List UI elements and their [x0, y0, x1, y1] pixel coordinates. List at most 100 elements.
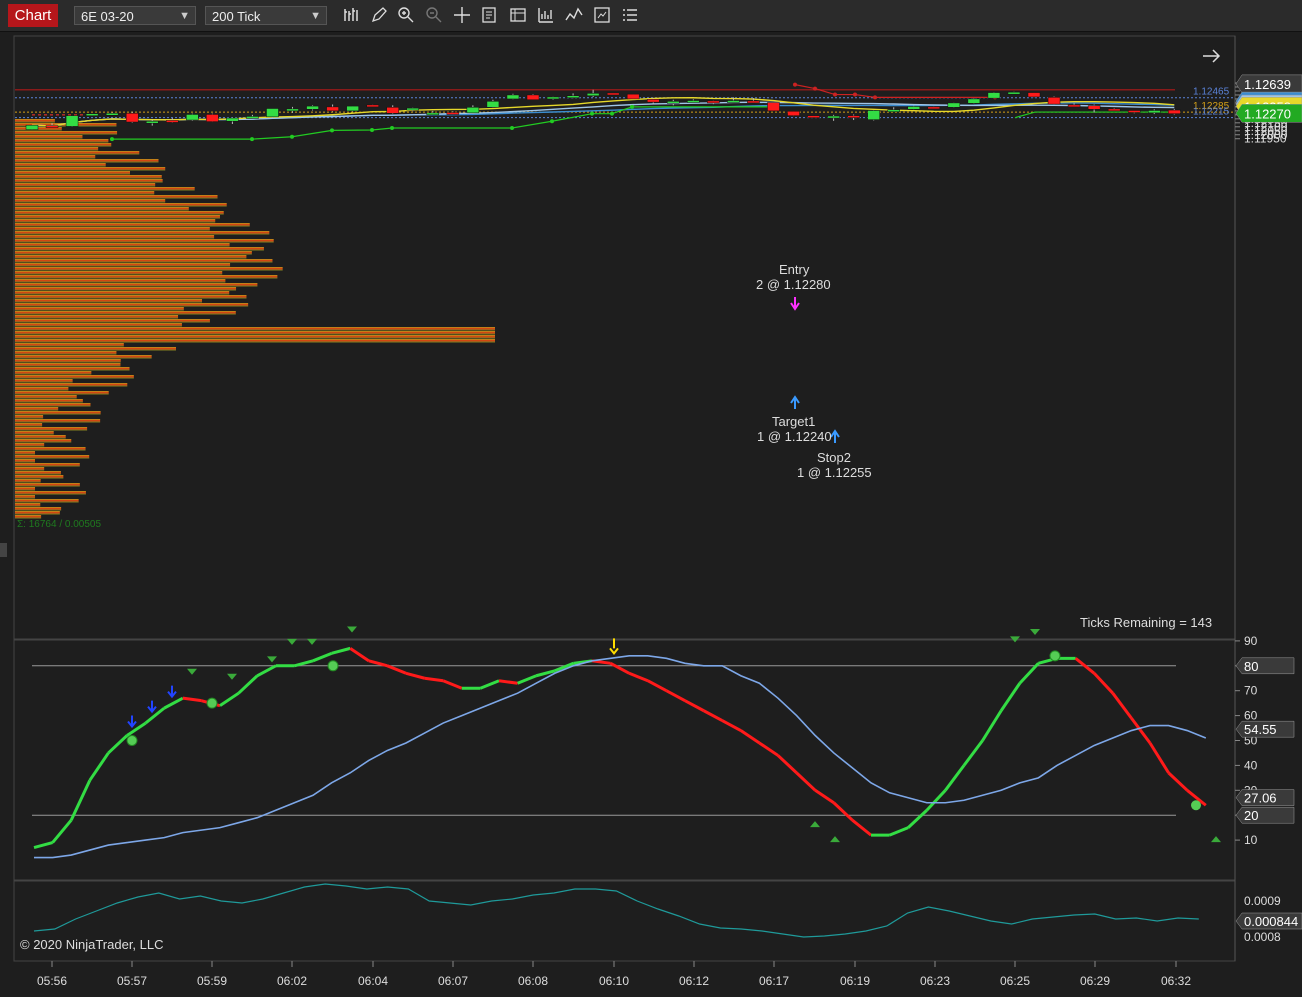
volume-profile-bar — [15, 135, 83, 139]
instrument-selector[interactable]: 6E 03-20 ▼ — [74, 6, 196, 25]
panel-handle[interactable] — [0, 543, 7, 557]
volume-profile-bar — [15, 207, 189, 211]
stoch-badge-label: 20 — [1244, 808, 1258, 823]
signal-dot — [206, 697, 218, 709]
strategies-icon[interactable] — [537, 6, 555, 24]
candle-body — [166, 120, 179, 123]
zoom-out-icon[interactable] — [425, 6, 443, 24]
volume-profile-bar — [15, 403, 91, 407]
volume-profile-bar — [15, 399, 83, 403]
zoom-in-icon[interactable] — [397, 6, 415, 24]
stoch-tick-label: 10 — [1244, 833, 1258, 847]
stop-dot — [630, 104, 634, 109]
stop-dot — [590, 111, 594, 116]
stochastic-panel[interactable] — [13, 639, 1236, 881]
volume-profile-bar — [15, 467, 45, 471]
candle-body — [346, 105, 359, 112]
candle-body — [426, 112, 440, 116]
volume-profile-bar — [15, 219, 216, 223]
templates-icon[interactable] — [593, 6, 611, 24]
stop-dot — [390, 125, 394, 130]
volume-profile-bar — [15, 307, 184, 311]
volume-profile-bar — [15, 227, 210, 231]
candle-body — [827, 115, 840, 119]
pencil-icon[interactable] — [370, 6, 388, 24]
volume-profile-bar — [15, 267, 283, 271]
stoch-tick-label: 90 — [1244, 634, 1258, 648]
candle-body — [747, 100, 760, 104]
volume-profile-bar — [15, 475, 64, 479]
menu-icon[interactable] — [621, 6, 639, 24]
volume-profile-bar — [15, 471, 61, 475]
third-panel[interactable] — [13, 880, 1236, 962]
volume-profile-bar — [15, 483, 80, 487]
volume-profile-bar — [15, 367, 130, 371]
signal-dot — [1191, 800, 1201, 811]
volume-profile-bar — [15, 303, 249, 307]
bars-type-icon[interactable] — [342, 6, 360, 24]
chart-area[interactable]: 1.124651.122851.12215 1.126501.126001.12… — [0, 31, 1302, 997]
volume-profile-bar — [15, 247, 264, 251]
volume-profile-bar — [15, 147, 99, 151]
candle-body — [887, 109, 900, 112]
stoch-tick-label: 60 — [1244, 709, 1258, 723]
volume-profile-bar — [15, 443, 45, 447]
volume-profile-bar — [15, 415, 44, 419]
interval-selector[interactable]: 200 Tick ▼ — [205, 6, 327, 25]
data-box-icon[interactable] — [481, 6, 499, 24]
candle-body — [907, 106, 921, 110]
volume-profile-bar — [15, 351, 117, 355]
candle-body — [125, 113, 139, 123]
volume-profile-bar — [15, 359, 121, 363]
candle-body — [727, 100, 740, 103]
volume-profile-bar — [15, 287, 237, 291]
volume-profile-bar — [15, 295, 247, 299]
time-tick-label: 06:07 — [438, 974, 468, 988]
volume-profile-bar — [15, 491, 86, 495]
volume-profile-bar — [15, 179, 163, 183]
stoch-badge-label: 80 — [1244, 659, 1258, 674]
candle-body — [707, 100, 720, 104]
volume-profile-bar — [15, 291, 230, 295]
candle-body — [366, 104, 379, 108]
candle-body — [847, 115, 860, 118]
volume-profile-bar — [15, 515, 42, 519]
candle-body — [987, 92, 1001, 99]
volume-profile-bar — [15, 315, 179, 319]
candle-body — [586, 93, 600, 97]
time-tick-label: 06:32 — [1161, 974, 1191, 988]
interval-value: 200 Tick — [212, 9, 261, 24]
indicators-icon[interactable] — [565, 6, 583, 24]
stop-dot — [110, 137, 114, 142]
time-tick-label: 05:59 — [197, 974, 227, 988]
volume-profile-bar — [15, 131, 118, 135]
volume-profile-bar — [15, 423, 43, 427]
time-tick-label: 06:04 — [358, 974, 388, 988]
volume-profile-bar — [15, 371, 92, 375]
volume-profile-bar — [15, 171, 130, 175]
time-tick-label: 06:17 — [759, 974, 789, 988]
volume-profile-bar — [15, 199, 166, 203]
tab-chart[interactable]: Chart — [8, 4, 58, 27]
stop-detail: 1 @ 1.12255 — [797, 465, 872, 480]
candle-body — [386, 107, 399, 114]
time-tick-label: 06:29 — [1080, 974, 1110, 988]
candle-body — [306, 105, 319, 110]
volume-profile-bar — [15, 387, 69, 391]
volume-profile-bar — [15, 503, 41, 507]
stop-dot — [290, 134, 294, 139]
volume-profile-bar — [15, 231, 270, 235]
crosshair-icon[interactable] — [453, 6, 471, 24]
properties-icon[interactable] — [509, 6, 527, 24]
volume-profile-bar — [15, 511, 60, 515]
stop-dot — [550, 119, 554, 124]
candle-body — [687, 100, 700, 103]
candle-body — [1127, 110, 1141, 113]
price-axis: 1.126501.126001.125501.125001.124501.124… — [1235, 74, 1302, 146]
volume-profile-bar — [15, 327, 495, 331]
volume-profile-bar — [15, 311, 236, 315]
volume-profile-bar — [15, 463, 80, 467]
volume-profile-bar — [15, 255, 247, 259]
ticks-remaining: Ticks Remaining = 143 — [1080, 615, 1212, 630]
candle-body — [1147, 110, 1161, 114]
